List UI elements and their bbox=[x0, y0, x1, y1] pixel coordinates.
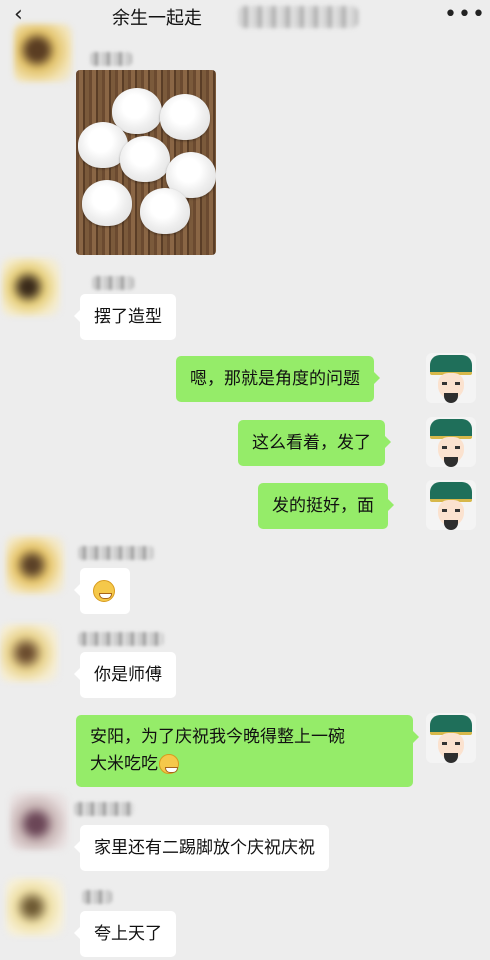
grin-emoji-icon bbox=[93, 580, 115, 602]
avatar-beard bbox=[444, 457, 458, 467]
my-avatar[interactable] bbox=[426, 417, 476, 467]
bun bbox=[140, 188, 190, 234]
message-bubble[interactable]: 家里还有二踢脚放个庆祝庆祝 bbox=[74, 825, 329, 871]
avatar-beard bbox=[444, 520, 458, 530]
contact-name-redacted bbox=[78, 632, 164, 646]
chat-title: 余生一起走 bbox=[112, 8, 202, 29]
contact-avatar[interactable] bbox=[6, 536, 64, 594]
message-line: 安阳，为了庆祝我今晚得整上一碗 bbox=[90, 727, 345, 747]
avatar-beard bbox=[444, 393, 458, 403]
contact-name-redacted bbox=[90, 52, 132, 66]
message-line: 大米吃吃 bbox=[90, 754, 158, 774]
my-avatar[interactable] bbox=[426, 713, 476, 763]
contact-avatar[interactable] bbox=[14, 24, 72, 82]
message-bubble[interactable]: 夸上天了 bbox=[74, 911, 176, 957]
contact-name-redacted bbox=[74, 802, 134, 816]
back-chevron-icon[interactable]: ‹ bbox=[14, 4, 36, 26]
message-bubble[interactable] bbox=[74, 568, 130, 614]
message-bubble[interactable]: 你是师傅 bbox=[74, 652, 176, 698]
contact-avatar[interactable] bbox=[6, 878, 64, 936]
title-redacted-blur bbox=[238, 6, 358, 28]
contact-name-redacted bbox=[78, 546, 154, 560]
avatar-hat bbox=[430, 355, 472, 375]
laugh-emoji-icon bbox=[159, 754, 179, 774]
message-bubble[interactable]: 嗯，那就是角度的问题 bbox=[176, 356, 380, 402]
contact-avatar[interactable] bbox=[2, 258, 60, 316]
chat-header: ‹ 余生一起走 ••• bbox=[0, 0, 490, 34]
contact-avatar[interactable] bbox=[0, 624, 58, 682]
avatar-hat bbox=[430, 419, 472, 439]
contact-avatar[interactable] bbox=[10, 792, 68, 850]
more-options-icon[interactable]: ••• bbox=[444, 2, 486, 27]
message-bubble[interactable]: 发的挺好，面 bbox=[258, 483, 394, 529]
my-avatar[interactable] bbox=[426, 353, 476, 403]
steamed-buns-photo[interactable] bbox=[76, 70, 216, 255]
bun bbox=[160, 94, 210, 140]
avatar-hat bbox=[430, 715, 472, 735]
contact-name-redacted bbox=[82, 890, 112, 904]
contact-name-redacted bbox=[92, 276, 134, 290]
message-bubble[interactable]: 安阳，为了庆祝我今晚得整上一碗 大米吃吃 bbox=[76, 715, 419, 787]
bun bbox=[120, 136, 170, 182]
avatar-hat bbox=[430, 482, 472, 502]
avatar-beard bbox=[444, 753, 458, 763]
message-bubble[interactable]: 摆了造型 bbox=[74, 294, 176, 340]
my-avatar[interactable] bbox=[426, 480, 476, 530]
message-bubble[interactable]: 这么看着，发了 bbox=[238, 420, 391, 466]
bun bbox=[82, 180, 132, 226]
